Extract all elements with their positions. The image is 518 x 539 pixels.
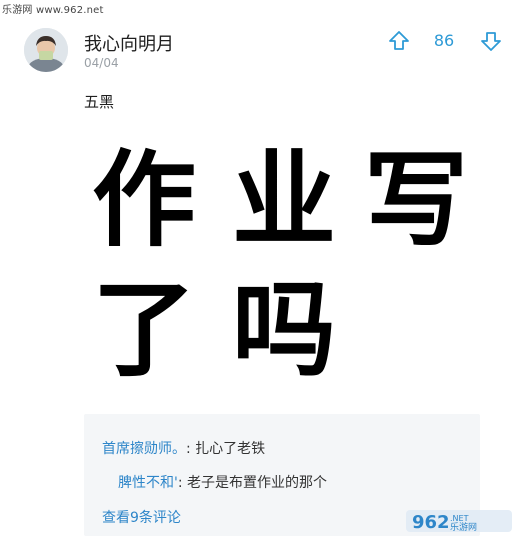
comment-item: 脾性不和': 老子是布置作业的那个 — [118, 472, 327, 492]
user-photo-icon — [24, 28, 68, 72]
meme-glyph: 业 — [232, 139, 337, 261]
comment-separator: : — [186, 441, 191, 457]
site-watermark-text: 乐游网 www.962.net — [2, 5, 104, 16]
downvote-button[interactable] — [480, 30, 502, 52]
comment-item: 首席擦勋师。: 扎心了老铁 — [102, 438, 265, 458]
meme-image[interactable]: 作 业 写 了 吗 — [84, 132, 484, 402]
site-logo-watermark: 962 .NET 乐游网 — [406, 510, 512, 533]
arrow-up-outline-icon — [389, 31, 409, 50]
post-date: 04/04 — [84, 56, 119, 70]
meme-glyph: 作 — [92, 139, 197, 261]
svg-text:962: 962 — [412, 512, 450, 533]
comment-separator: : — [177, 475, 183, 491]
avatar[interactable] — [24, 28, 68, 72]
meme-glyph: 吗 — [232, 269, 337, 391]
arrow-down-outline-icon — [481, 32, 501, 51]
comment-text: 老子是布置作业的那个 — [187, 475, 328, 491]
view-all-comments-link[interactable]: 查看9条评论 — [102, 507, 181, 527]
comment-author[interactable]: 脾性不和' — [118, 475, 178, 491]
post-text: 五黑 — [84, 93, 115, 111]
meme-glyph: 了 — [92, 269, 197, 391]
comment-author[interactable]: 首席擦勋师。 — [102, 441, 186, 457]
comment-text: 扎心了老铁 — [195, 441, 266, 457]
upvote-button[interactable] — [388, 30, 410, 52]
svg-text:乐游网: 乐游网 — [450, 521, 477, 533]
svg-text:.NET: .NET — [450, 514, 469, 523]
username[interactable]: 我心向明月 — [84, 30, 174, 56]
vote-count: 86 — [433, 31, 455, 50]
meme-glyph: 写 — [364, 139, 469, 261]
